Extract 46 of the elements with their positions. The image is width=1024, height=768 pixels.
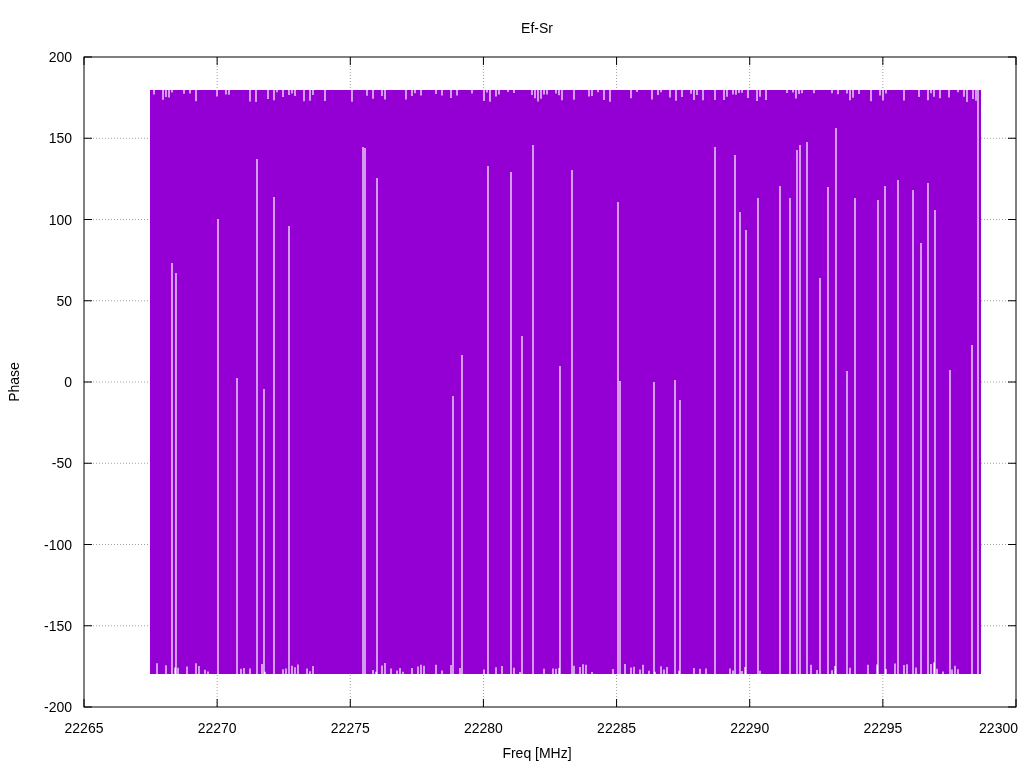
x-axis-label: Freq [MHz]: [502, 745, 572, 761]
y-tick-label: 200: [48, 49, 72, 65]
y-tick-label: 0: [64, 374, 72, 390]
tick-mark: [83, 544, 93, 545]
x-tick-label: 22270: [197, 720, 237, 736]
tick-mark: [349, 698, 351, 708]
x-tick-label: 22265: [64, 720, 104, 736]
tick-mark: [1007, 300, 1017, 302]
chart-title: Ef-Sr: [521, 20, 553, 36]
tick-mark: [482, 56, 484, 66]
tick-mark: [216, 56, 218, 66]
y-tick-label: 150: [48, 130, 72, 147]
x-tick-label: 22295: [863, 720, 903, 736]
tick-mark: [749, 698, 751, 708]
tick-mark: [616, 698, 618, 708]
tick-mark: [882, 698, 884, 708]
tick-mark: [349, 56, 351, 66]
tick-mark: [83, 381, 93, 383]
x-tick-label: 22285: [597, 720, 637, 736]
tick-mark: [1007, 137, 1017, 139]
x-tick-label: 22300: [979, 720, 1018, 736]
tick-mark: [83, 625, 93, 627]
tick-mark: [1007, 462, 1017, 464]
y-tick-label: -150: [43, 617, 72, 634]
y-tick-label: -100: [43, 536, 72, 553]
x-tick-label: 22280: [463, 720, 503, 736]
tick-mark: [482, 698, 484, 708]
x-tick-label: 22290: [730, 720, 770, 736]
tick-mark: [882, 56, 884, 66]
tick-mark: [83, 137, 93, 139]
tick-mark: [1007, 625, 1017, 627]
y-tick-label: -200: [43, 699, 72, 715]
tick-mark: [749, 56, 751, 66]
y-tick-label: 100: [48, 211, 72, 228]
tick-mark: [616, 56, 618, 66]
tick-mark: [83, 219, 93, 220]
tick-mark: [216, 698, 218, 708]
y-tick-label: -50: [51, 455, 72, 472]
tick-mark: [83, 300, 93, 302]
tick-mark: [83, 462, 93, 464]
tick-mark: [1007, 219, 1017, 220]
tick-mark: [1007, 381, 1017, 383]
y-axis-label: Phase: [6, 362, 22, 402]
x-tick-label: 22275: [330, 720, 370, 736]
y-tick-label: 50: [56, 292, 72, 309]
tick-mark: [1007, 544, 1017, 545]
